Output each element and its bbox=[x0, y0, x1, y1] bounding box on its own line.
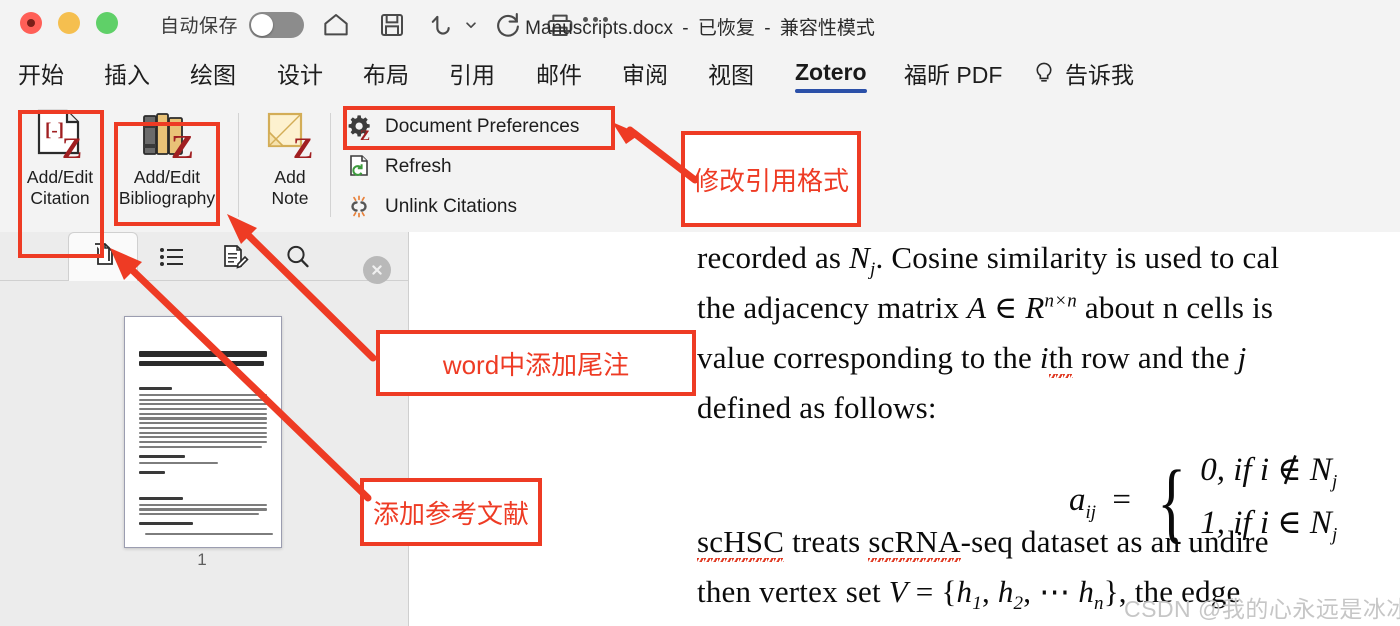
title-bar: 自动保存 Manuscripts.docx - 已恢复 - 兼容性模式 bbox=[0, 0, 1400, 46]
doc-line6-v: V bbox=[888, 574, 908, 609]
formula-case-1: 0, if i ∉ Nj bbox=[1200, 450, 1337, 503]
unlink-citations-label: Unlink Citations bbox=[385, 196, 517, 217]
document-line-3: value corresponding to the ith row and t… bbox=[697, 340, 1400, 381]
annotation-modify-citation-style: 修改引用格式 bbox=[681, 131, 861, 227]
svg-text:Z: Z bbox=[293, 132, 313, 164]
formula-lhs-subscript: ij bbox=[1085, 501, 1097, 523]
document-title: Manuscripts.docx - 已恢复 - 兼容性模式 bbox=[0, 13, 1400, 40]
doc-line5-b: treats bbox=[784, 524, 869, 559]
formula-case-1-sub: j bbox=[1331, 471, 1338, 493]
doc-line6-h1-sub: 1 bbox=[972, 593, 982, 615]
doc-line3-b: row and the bbox=[1073, 340, 1238, 375]
edit-review-icon[interactable] bbox=[220, 242, 250, 272]
annotation-add-endnote: word中添加尾注 bbox=[376, 330, 696, 396]
ribbon-tab-bar: 开始 插入 绘图 设计 布局 引用 邮件 审阅 视图 Zotero 福昕 PDF… bbox=[0, 46, 1400, 99]
refresh-doc-icon bbox=[345, 153, 373, 181]
tab-foxit-pdf[interactable]: 福昕 PDF bbox=[904, 46, 1002, 99]
doc-line2-symbol-a: A bbox=[967, 290, 987, 325]
word-application-window: 自动保存 Manuscripts.docx - 已恢复 - 兼容性模式 开始 插… bbox=[0, 0, 1400, 626]
doc-line6-c1: , bbox=[981, 574, 998, 609]
doc-line1-symbol: N bbox=[849, 240, 871, 275]
tab-tell-me[interactable]: 告诉我 bbox=[1065, 46, 1134, 99]
annotation-add-reference: 添加参考文献 bbox=[360, 478, 542, 546]
formula-lhs: a bbox=[1069, 482, 1086, 519]
doc-line5-d: -seq dataset as an undire bbox=[960, 524, 1269, 559]
doc-line3-th: th bbox=[1048, 340, 1074, 381]
doc-line1-a: recorded as bbox=[697, 240, 850, 275]
doc-line6-h2: h bbox=[997, 574, 1014, 609]
outline-list-icon[interactable] bbox=[156, 242, 186, 272]
formula-equals: = bbox=[1112, 482, 1131, 519]
ribbon-separator-1 bbox=[238, 113, 239, 217]
doc-line3-italic-j: j bbox=[1237, 340, 1247, 375]
doc-line5-scrna: scRNA bbox=[868, 524, 961, 565]
add-note-label-line2: Note bbox=[271, 188, 309, 208]
thumbnail-page-number: 1 bbox=[197, 550, 207, 569]
doc-line2-mid: ∈ bbox=[986, 290, 1026, 325]
thumbnail-content bbox=[139, 333, 273, 537]
doc-line2-symbol-b: R bbox=[1025, 290, 1045, 325]
add-note-button[interactable]: Z Add Note bbox=[248, 105, 332, 225]
document-line-2: the adjacency matrix A ∈ Rn×n about n ce… bbox=[697, 290, 1400, 326]
csdn-watermark: CSDN @我的心永远是冰冰哒 bbox=[1124, 596, 1400, 622]
doc-line6-h2-sub: 2 bbox=[1013, 593, 1024, 615]
refresh-item[interactable]: Refresh bbox=[345, 147, 645, 187]
doc-line1-b: . Cosine similarity is used to cal bbox=[875, 240, 1280, 275]
note-z-icon: Z bbox=[263, 105, 317, 167]
refresh-label: Refresh bbox=[385, 156, 452, 177]
doc-line2-b: about n cells is bbox=[1076, 290, 1274, 325]
doc-line3-a: value corresponding to the bbox=[697, 340, 1040, 375]
document-page: recorded as Nj . Cosine similarity is use… bbox=[409, 232, 1400, 626]
tab-review[interactable]: 审阅 bbox=[622, 46, 668, 99]
document-line-4: defined as follows: bbox=[697, 390, 937, 425]
document-title-sep-1: - bbox=[682, 18, 689, 39]
tab-view[interactable]: 视图 bbox=[708, 46, 754, 99]
unlink-citations-item[interactable]: Unlink Citations bbox=[345, 187, 645, 227]
annotation-box-add-edit-bibliography bbox=[114, 122, 220, 226]
lightbulb-icon[interactable] bbox=[1031, 60, 1057, 86]
tab-design[interactable]: 设计 bbox=[277, 46, 323, 99]
document-title-filename: Manuscripts.docx bbox=[525, 18, 674, 39]
tab-draw[interactable]: 绘图 bbox=[190, 46, 236, 99]
doc-line2-a: the adjacency matrix bbox=[697, 290, 968, 325]
navigation-pane: 1 bbox=[0, 232, 409, 626]
tab-zotero[interactable]: Zotero bbox=[795, 46, 867, 99]
doc-line6-a: then vertex set bbox=[697, 574, 889, 609]
document-line-5: scHSC treats scRNA-seq dataset as an und… bbox=[697, 524, 1400, 565]
tab-start[interactable]: 开始 bbox=[18, 46, 64, 99]
close-navigation-pane-button[interactable] bbox=[363, 256, 391, 284]
search-icon[interactable] bbox=[283, 242, 313, 272]
doc-line2-superscript: n×n bbox=[1044, 290, 1077, 312]
doc-line6-c2: , ⋯ bbox=[1023, 574, 1079, 609]
tab-mailings[interactable]: 邮件 bbox=[536, 46, 582, 99]
doc-line6-eq: = { bbox=[907, 574, 957, 609]
doc-line5-schsc: scHSC bbox=[697, 524, 785, 565]
doc-line3-italic-i: i bbox=[1039, 340, 1049, 375]
document-canvas[interactable]: recorded as Nj . Cosine similarity is use… bbox=[409, 232, 1400, 626]
document-title-sep-2: - bbox=[764, 18, 771, 39]
document-title-state: 已恢复 bbox=[697, 18, 755, 39]
document-title-mode: 兼容性模式 bbox=[779, 18, 875, 39]
ribbon-separator-2 bbox=[330, 113, 331, 217]
add-note-label-line1: Add bbox=[274, 167, 306, 187]
formula-case-1-text: 0, if i ∉ N bbox=[1200, 452, 1332, 488]
page-thumbnail-image bbox=[124, 316, 282, 548]
annotation-box-document-preferences bbox=[343, 106, 615, 150]
doc-line6-h3-sub: n bbox=[1094, 593, 1104, 615]
annotation-box-add-edit-citation bbox=[18, 110, 104, 258]
tab-references[interactable]: 引用 bbox=[449, 46, 495, 99]
unlink-icon bbox=[345, 193, 373, 221]
doc-line6-h1: h bbox=[956, 574, 973, 609]
tab-insert[interactable]: 插入 bbox=[104, 46, 150, 99]
document-line-1: recorded as Nj. Cosine similarity is use… bbox=[697, 240, 1400, 281]
doc-line6-h3: h bbox=[1078, 574, 1095, 609]
page-thumbnail[interactable] bbox=[124, 316, 282, 548]
tab-layout[interactable]: 布局 bbox=[363, 46, 409, 99]
